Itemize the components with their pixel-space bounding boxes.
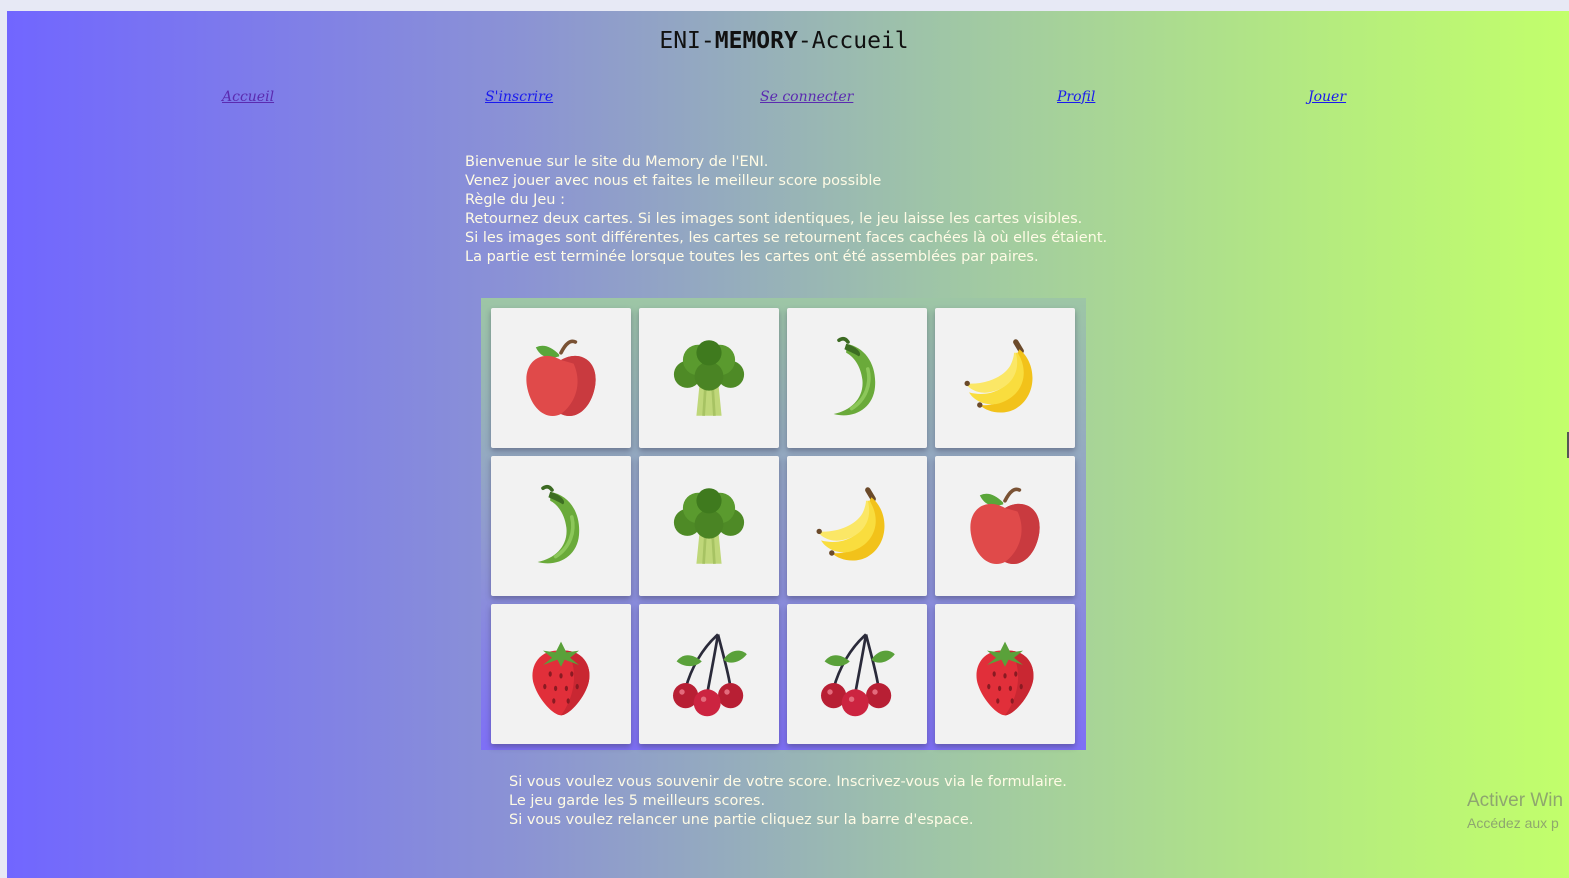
title-prefix: ENI- (659, 28, 715, 54)
card-8[interactable] (935, 456, 1075, 596)
card-5[interactable] (491, 456, 631, 596)
card-7[interactable] (787, 456, 927, 596)
card-11[interactable] (787, 604, 927, 744)
intro-line: Règle du Jeu : (465, 192, 565, 208)
page-background: ENI-MEMORY-Accueil Accueil S'inscrire Se… (7, 11, 1569, 878)
outro-line: Le jeu garde les 5 meilleurs scores. (509, 793, 766, 809)
intro-line: Retournez deux cartes. Si les images son… (465, 211, 1083, 227)
nav-link-jouer[interactable]: Jouer (1308, 89, 1346, 105)
card-3[interactable] (787, 308, 927, 448)
card-10[interactable] (639, 604, 779, 744)
card-2[interactable] (639, 308, 779, 448)
activation-watermark: Activer Win Accédez aux p (1467, 790, 1563, 831)
card-4[interactable] (935, 308, 1075, 448)
nav-link-se-connecter[interactable]: Se connecter (760, 89, 853, 105)
watermark-line-2: Accédez aux p (1467, 815, 1559, 831)
page-title: ENI-MEMORY-Accueil (7, 28, 1561, 54)
intro-text: Bienvenue sur le site du Memory de l'ENI… (465, 153, 1107, 267)
title-suffix: -Accueil (797, 28, 909, 54)
intro-line: Venez jouer avec nous et faites le meill… (465, 173, 882, 189)
card-6[interactable] (639, 456, 779, 596)
card-1[interactable] (491, 308, 631, 448)
intro-line: Bienvenue sur le site du Memory de l'ENI… (465, 154, 769, 170)
outro-line: Si vous voulez relancer une partie cliqu… (509, 812, 974, 828)
nav-link-accueil[interactable]: Accueil (222, 89, 274, 105)
title-bold: MEMORY (714, 28, 798, 54)
card-9[interactable] (491, 604, 631, 744)
nav-link-profil[interactable]: Profil (1057, 89, 1095, 105)
nav-link-sinscrire[interactable]: S'inscrire (485, 89, 553, 105)
outro-text: Si vous voulez vous souvenir de votre sc… (509, 773, 1067, 830)
card-12[interactable] (935, 604, 1075, 744)
intro-line: La partie est terminée lorsque toutes le… (465, 249, 1039, 265)
watermark-line-1: Activer Win (1467, 790, 1564, 811)
intro-line: Si les images sont différentes, les cart… (465, 230, 1108, 246)
memory-board (481, 298, 1086, 750)
outro-line: Si vous voulez vous souvenir de votre sc… (509, 774, 1067, 790)
